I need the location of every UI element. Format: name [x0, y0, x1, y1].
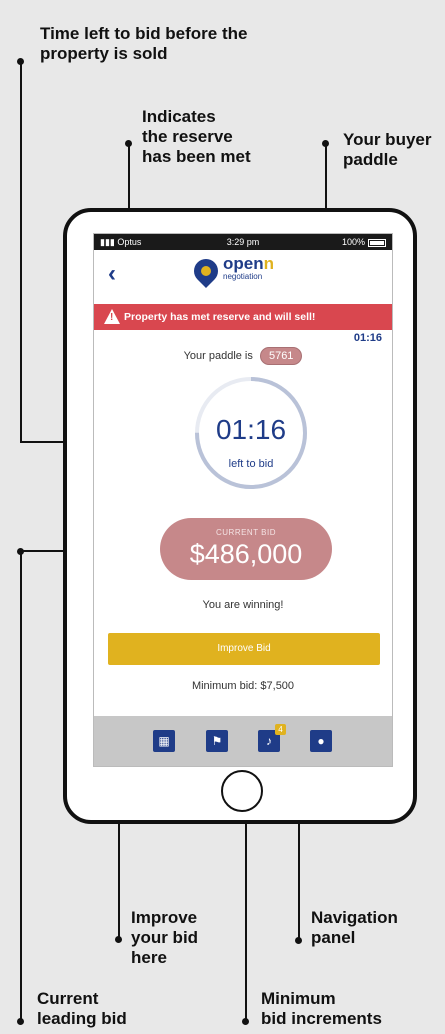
callout-dot	[295, 937, 302, 944]
paddle-row: Your paddle is 5761	[94, 347, 392, 365]
timer-value: 01:16	[215, 414, 287, 445]
app-header: ‹ openn negotiation	[94, 250, 392, 298]
callout-reserve: Indicates the reserve has been met	[142, 107, 251, 166]
status-time: 3:29 pm	[226, 237, 260, 247]
tab-notifications[interactable]: ♪ 4	[258, 724, 286, 752]
callout-dot	[17, 1018, 24, 1025]
notification-badge: 4	[275, 724, 286, 735]
home-button[interactable]	[221, 770, 263, 812]
warning-icon	[104, 309, 120, 324]
callout-improve: Improve your bid here	[131, 908, 199, 967]
back-chevron-icon[interactable]: ‹	[108, 260, 116, 288]
callout-dot	[242, 1018, 249, 1025]
callout-minimum-bid: Minimum bid increments	[261, 989, 382, 1028]
current-bid-pill: CURRENT BID $486,000	[160, 518, 332, 580]
callout-line	[20, 61, 22, 441]
countdown-timer: 01:16 left to bid	[192, 374, 310, 492]
battery-icon	[368, 238, 386, 247]
banner-countdown: 01:16	[353, 332, 382, 344]
openn-logo: openn negotiation	[189, 253, 274, 288]
callout-current-bid: Current leading bid	[37, 989, 127, 1028]
callout-line	[20, 551, 22, 1020]
callout-paddle: Your buyer paddle	[343, 130, 432, 169]
paddle-number-badge: 5761	[259, 347, 303, 365]
callout-time-left: Time left to bid before the property is …	[40, 24, 248, 63]
current-bid-label: CURRENT BID	[215, 528, 277, 537]
navigation-panel: ▦ ⚑ ♪ 4 ●	[94, 716, 392, 766]
reserve-met-banner: Property has met reserve and will sell!	[94, 304, 392, 330]
current-bid-value: $486,000	[189, 539, 303, 569]
user-icon: ●	[317, 734, 325, 748]
grid-icon: ▦	[158, 734, 170, 748]
flag-icon: ⚑	[211, 734, 223, 748]
app-screen: ▮▮▮ Optus 3:29 pm 100% ‹ openn negotiati…	[93, 233, 393, 767]
tab-profile[interactable]: ●	[310, 730, 332, 752]
callout-dot	[115, 936, 122, 943]
status-bar: ▮▮▮ Optus 3:29 pm 100%	[94, 234, 392, 250]
logo-pin-icon	[189, 253, 223, 288]
timer-label: left to bid	[228, 458, 274, 470]
tab-property[interactable]: ⚑	[206, 730, 228, 752]
tab-grid[interactable]: ▦	[153, 730, 175, 752]
bid-status-text: You are winning!	[202, 599, 284, 611]
minimum-bid-text: Minimum bid: $7,500	[191, 680, 295, 692]
improve-bid-button[interactable]: Improve Bid	[108, 633, 380, 665]
callout-navigation: Navigation panel	[311, 908, 398, 947]
